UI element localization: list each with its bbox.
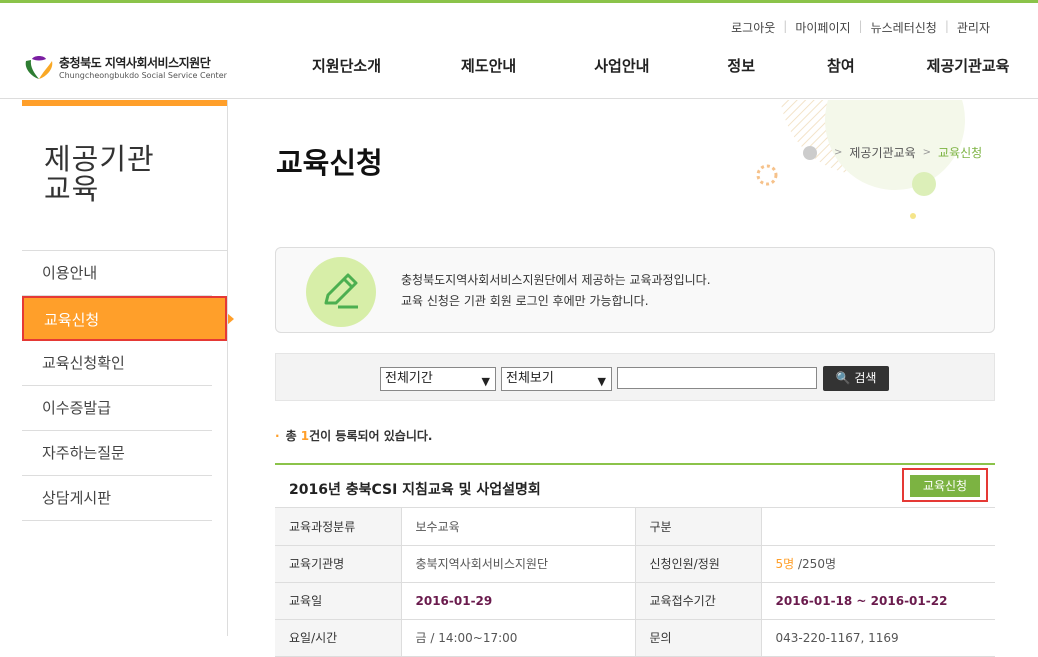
page-title: 교육신청 (276, 146, 383, 180)
side-nav-item-certificate[interactable]: 이수증발급 (22, 386, 212, 431)
table-row: 교육일 2016-01-29 교육접수기간 2016-01-18 ~ 2016-… (275, 582, 995, 620)
pencil-icon (306, 257, 376, 327)
chevron-down-icon: ▼ (597, 375, 606, 388)
logo-icon (25, 56, 53, 79)
logout-link[interactable]: 로그아웃 (723, 19, 783, 36)
course-header: 2016년 충북CSI 지침교육 및 사업설명회 교육신청 (275, 465, 995, 508)
site-logo[interactable]: 충청북도 지역사회서비스지원단 Chungcheongbukdo Social … (22, 51, 227, 83)
search-icon: 🔍 (835, 371, 851, 385)
breadcrumb-level1[interactable]: 제공기관교육 (849, 144, 915, 161)
search-input[interactable] (617, 367, 817, 389)
mypage-link[interactable]: 마이페이지 (787, 19, 858, 36)
home-icon[interactable] (803, 145, 817, 160)
breadcrumb-current: 교육신청 (938, 146, 983, 160)
table-row: 교육기관명 충북지역사회서비스지원단 신청인원/정원 5명 /250명 (275, 545, 995, 583)
course-detail-table: 교육과정분류 보수교육 구분 교육기관명 충북지역사회서비스지원단 신청인원/정… (275, 508, 995, 657)
table-row: 교육과정분류 보수교육 구분 (275, 508, 995, 546)
search-bar: 전체기간 ▼ 전체보기 ▼ 🔍 검색 (275, 353, 995, 401)
nav-item-business[interactable]: 사업안내 (594, 55, 649, 76)
utility-nav: 로그아웃 | 마이페이지 | 뉴스레터신청 | 관리자 (723, 19, 998, 36)
logo-name-en: Chungcheongbukdo Social Service Center (59, 71, 227, 80)
side-nav-item-qna-board[interactable]: 상담게시판 (22, 476, 212, 521)
logo-name-ko: 충청북도 지역사회서비스지원단 (59, 56, 211, 70)
side-nav-title: 제공기관 교육 (44, 142, 155, 206)
chevron-right-icon: > (922, 147, 932, 158)
period-select[interactable]: 전체기간 ▼ (380, 367, 496, 391)
course-card: 2016년 충북CSI 지침교육 및 사업설명회 교육신청 교육과정분류 보수교… (275, 463, 995, 657)
chevron-down-icon: ▼ (481, 375, 490, 388)
nav-item-about[interactable]: 지원단소개 (312, 55, 381, 76)
header: 로그아웃 | 마이페이지 | 뉴스레터신청 | 관리자 충청북도 지역사회서비스지원단… (0, 3, 1038, 99)
view-select[interactable]: 전체보기 ▼ (501, 367, 612, 391)
admin-link[interactable]: 관리자 (949, 19, 998, 36)
apply-button-highlight: 교육신청 (902, 468, 988, 502)
result-count: · 총 1건이 등록되어 있습니다. (275, 429, 433, 443)
nav-item-participation[interactable]: 참여 (827, 55, 855, 76)
breadcrumb: > 제공기관교육 > 교육신청 (803, 144, 982, 161)
search-button[interactable]: 🔍 검색 (823, 366, 889, 391)
table-row: 요일/시간 금 / 14:00~17:00 문의 043-220-1167, 1… (275, 619, 995, 657)
notice-line2: 교육 신청은 기관 회원 로그인 후에만 가능합니다. (401, 294, 649, 308)
nav-item-provider-education[interactable]: 제공기관교육 (927, 55, 1010, 76)
side-nav-menu: 이용안내 교육신청 교육신청확인 이수증발급 자주하는질문 상담게시판 (22, 251, 234, 521)
side-nav-item-apply-check[interactable]: 교육신청확인 (22, 341, 212, 386)
divider (227, 100, 228, 636)
notice-line1: 충청북도지역사회서비스지원단에서 제공하는 교육과정입니다. (401, 273, 711, 287)
side-nav-accent-bar (22, 100, 227, 106)
side-nav-item-faq[interactable]: 자주하는질문 (22, 431, 212, 476)
chevron-right-icon: > (834, 147, 843, 158)
side-nav-item-guide[interactable]: 이용안내 (22, 251, 212, 296)
side-nav: 제공기관 교육 이용안내 교육신청 교육신청확인 이수증발급 자주하는질문 상담… (22, 100, 234, 636)
nav-item-info[interactable]: 정보 (727, 55, 755, 76)
notice-box: 충청북도지역사회서비스지원단에서 제공하는 교육과정입니다. 교육 신청은 기관… (275, 247, 995, 333)
main-nav: 지원단소개 제도안내 사업안내 정보 참여 제공기관교육 (312, 55, 1009, 76)
nav-item-system[interactable]: 제도안내 (461, 55, 516, 76)
course-title: 2016년 충북CSI 지침교육 및 사업설명회 (289, 482, 541, 498)
apply-button[interactable]: 교육신청 (910, 475, 980, 497)
side-nav-item-apply[interactable]: 교육신청 (22, 296, 234, 341)
newsletter-link[interactable]: 뉴스레터신청 (863, 19, 945, 36)
